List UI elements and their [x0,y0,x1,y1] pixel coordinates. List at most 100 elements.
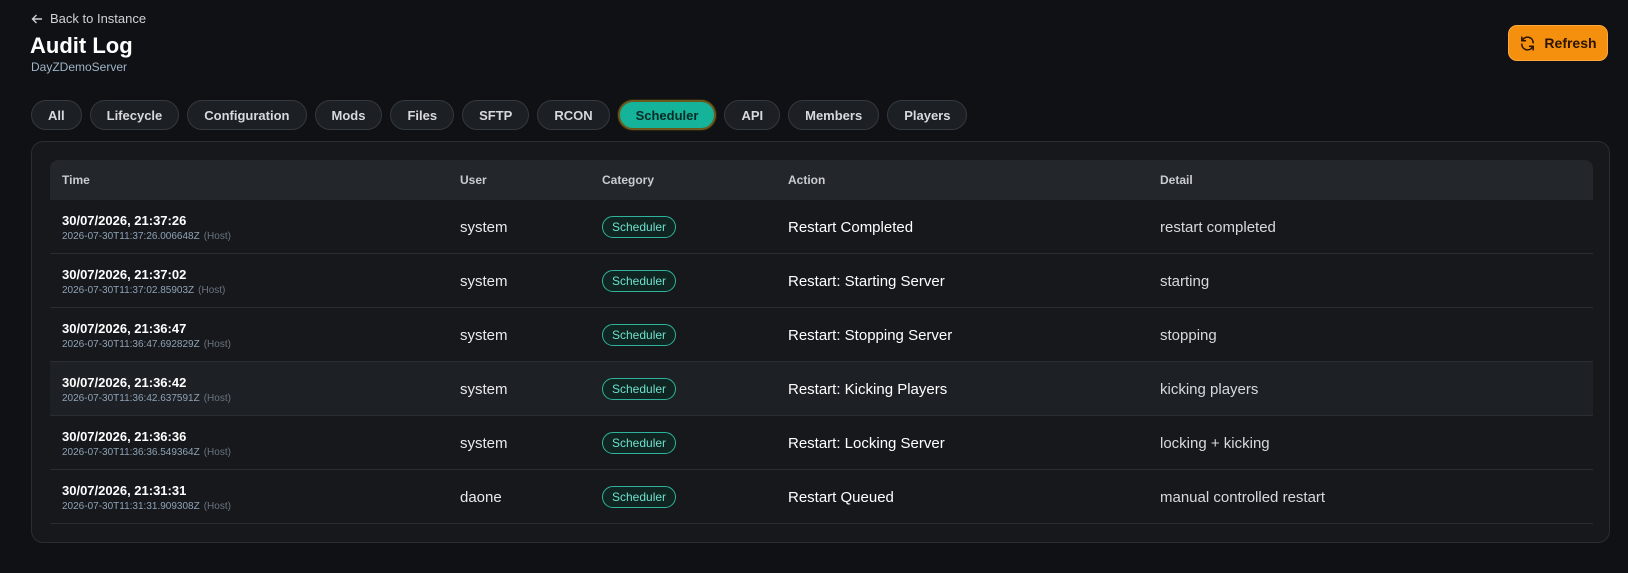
detail-value: starting [1160,272,1210,290]
time-local: 30/07/2026, 21:37:26 [62,212,187,228]
time-local: 30/07/2026, 21:37:02 [62,266,187,282]
table-row[interactable]: 30/07/2026, 21:36:42 2026-07-30T11:36:42… [50,362,1593,416]
user-cell: system [460,200,508,254]
action-value: Restart: Stopping Server [788,326,953,344]
host-tag: (Host) [203,338,231,350]
iso-value: 2026-07-30T11:31:31.909308Z [62,500,200,512]
user-value: system [460,272,508,290]
iso-value: 2026-07-30T11:37:02.85903Z [62,284,195,296]
host-tag: (Host) [203,500,231,512]
category-cell: Scheduler [602,470,677,524]
action-cell: Restart: Starting Server [788,254,945,308]
time-local: 30/07/2026, 21:36:47 [62,320,187,336]
action-value: Restart Completed [788,218,914,236]
filter-rcon[interactable]: RCON [537,100,610,130]
time-iso: 2026-07-30T11:36:42.637591Z (Host) [62,393,231,404]
column-header-action: Action [788,173,826,187]
filter-lifecycle[interactable]: Lifecycle [89,100,180,130]
detail-value: locking + kicking [1160,434,1270,452]
time-local: 30/07/2026, 21:36:36 [62,428,187,444]
user-value: system [460,326,508,344]
filter-members[interactable]: Members [788,100,880,130]
table-row[interactable]: 30/07/2026, 21:36:47 2026-07-30T11:36:47… [50,308,1593,362]
action-cell: Restart: Stopping Server [788,308,952,362]
page-title: Audit Log [30,33,133,58]
time-iso: 2026-07-30T11:37:02.85903Z (Host) [62,285,225,296]
table-row[interactable]: 30/07/2026, 21:37:26 2026-07-30T11:37:26… [50,200,1593,254]
detail-cell: kicking players [1160,362,1258,416]
action-value: Restart: Locking Server [788,434,945,452]
category-cell: Scheduler [602,254,677,308]
category-badge: Scheduler [602,378,677,400]
audit-log-panel: Time User Category Action Detail 30/07/2… [31,141,1610,543]
category-cell: Scheduler [602,200,677,254]
audit-log-table: Time User Category Action Detail 30/07/2… [50,160,1593,524]
back-to-instance-link[interactable]: Back to Instance [31,11,146,26]
host-tag: (Host) [203,446,231,458]
filter-players[interactable]: Players [887,100,968,130]
detail-cell: stopping [1160,308,1217,362]
host-tag: (Host) [203,230,231,242]
category-badge: Scheduler [602,486,677,508]
detail-cell: manual controlled restart [1160,470,1325,524]
table-row[interactable]: 30/07/2026, 21:37:02 2026-07-30T11:37:02… [50,254,1593,308]
user-cell: system [460,362,508,416]
filter-all[interactable]: All [31,100,82,130]
instance-name: DayZDemoServer [31,60,128,74]
filter-files[interactable]: Files [390,100,455,130]
action-value: Restart: Kicking Players [788,380,948,398]
user-value: system [460,434,508,452]
category-badge: Scheduler [602,216,677,238]
filter-scheduler[interactable]: Scheduler [617,100,717,130]
table-header: Time User Category Action Detail [50,160,1593,200]
iso-value: 2026-07-30T11:36:36.549364Z [62,446,200,458]
time-cell: 30/07/2026, 21:31:31 2026-07-30T11:31:31… [62,470,231,524]
detail-cell: locking + kicking [1160,416,1270,470]
category-cell: Scheduler [602,362,677,416]
column-header-detail: Detail [1160,173,1193,187]
user-value: system [460,380,508,398]
table-row[interactable]: 30/07/2026, 21:31:31 2026-07-30T11:31:31… [50,470,1593,524]
time-cell: 30/07/2026, 21:37:26 2026-07-30T11:37:26… [62,200,231,254]
table-row[interactable]: 30/07/2026, 21:36:36 2026-07-30T11:36:36… [50,416,1593,470]
host-tag: (Host) [198,284,226,296]
time-iso: 2026-07-30T11:37:26.006648Z (Host) [62,231,231,242]
host-tag: (Host) [203,392,231,404]
refresh-button[interactable]: Refresh [1508,25,1608,61]
time-iso: 2026-07-30T11:31:31.909308Z (Host) [62,501,231,512]
column-header-time: Time [62,173,90,187]
action-value: Restart Queued [788,488,894,506]
time-iso: 2026-07-30T11:36:47.692829Z (Host) [62,339,231,350]
detail-value: stopping [1160,326,1217,344]
user-cell: system [460,308,508,362]
filter-sftp[interactable]: SFTP [462,100,530,130]
user-cell: system [460,254,508,308]
category-cell: Scheduler [602,308,677,362]
back-link-label: Back to Instance [50,11,147,26]
detail-value: kicking players [1160,380,1259,398]
user-cell: daone [460,470,502,524]
detail-cell: starting [1160,254,1209,308]
iso-value: 2026-07-30T11:36:47.692829Z [62,338,200,350]
column-header-user: User [460,173,487,187]
detail-value: manual controlled restart [1160,488,1326,506]
refresh-label: Refresh [1544,35,1597,51]
user-value: daone [460,488,502,506]
filter-configuration[interactable]: Configuration [187,100,307,130]
time-cell: 30/07/2026, 21:36:42 2026-07-30T11:36:42… [62,362,231,416]
filter-api[interactable]: API [724,100,781,130]
action-value: Restart: Starting Server [788,272,945,290]
category-badge: Scheduler [602,270,677,292]
detail-cell: restart completed [1160,200,1276,254]
iso-value: 2026-07-30T11:36:42.637591Z [62,392,200,404]
column-header-category: Category [602,173,655,187]
action-cell: Restart Queued [788,470,894,524]
filter-mods[interactable]: Mods [314,100,383,130]
detail-value: restart completed [1160,218,1276,236]
category-cell: Scheduler [602,416,677,470]
arrow-left-icon [31,14,42,23]
action-cell: Restart: Kicking Players [788,362,947,416]
user-cell: system [460,416,508,470]
time-cell: 30/07/2026, 21:37:02 2026-07-30T11:37:02… [62,254,225,308]
time-local: 30/07/2026, 21:31:31 [62,482,187,498]
